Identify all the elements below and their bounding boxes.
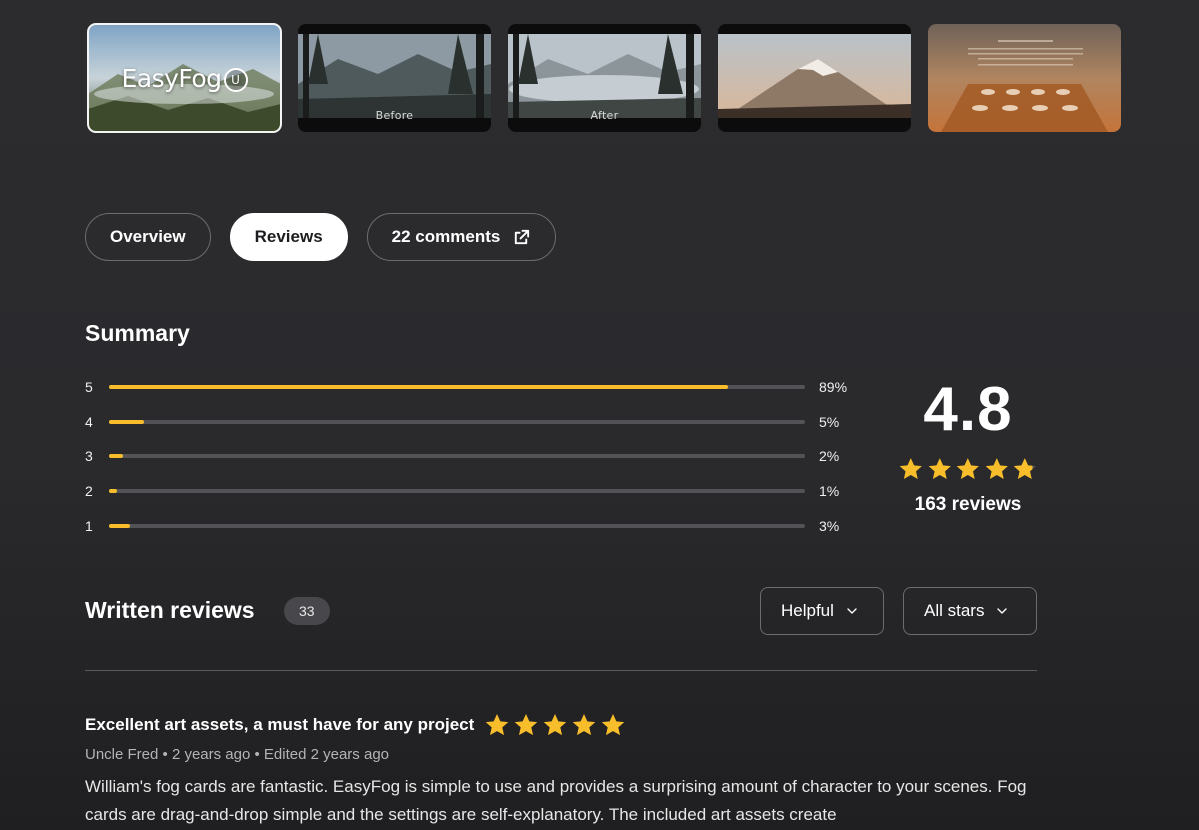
review-item: Excellent art assets, a must have for an…	[85, 712, 1045, 829]
rating-bar-fill	[109, 454, 123, 459]
rating-row-3: 3 2%	[85, 439, 865, 474]
star-icon	[985, 458, 1008, 480]
rating-row-stars: 2	[85, 483, 93, 500]
star-icon	[486, 713, 509, 736]
star-filter-select[interactable]: All stars	[903, 587, 1037, 635]
rating-bar-fill	[109, 523, 130, 528]
rating-bar-fill	[109, 489, 118, 494]
rating-bar-fill	[109, 385, 729, 390]
star-icon	[515, 713, 538, 736]
rating-row-stars: 3	[85, 448, 93, 465]
review-meta: Uncle Fred • 2 years ago • Edited 2 year…	[85, 746, 389, 763]
external-link-icon	[515, 229, 530, 244]
easyfog-logo: EasyFog U	[88, 64, 281, 93]
sort-select-value: Helpful	[781, 601, 834, 620]
thumbnail-easyfog-logo[interactable]: EasyFog U	[87, 23, 282, 133]
thumbnail-image	[928, 24, 1121, 132]
rating-bar-fill	[109, 419, 144, 424]
average-rating-stars	[898, 456, 1038, 482]
rating-bar-track	[109, 385, 805, 390]
review-title: Excellent art assets, a must have for an…	[85, 715, 475, 734]
rating-row-stars: 1	[85, 517, 93, 534]
review-body: William's fog cards are fantastic. EasyF…	[85, 777, 1027, 824]
tab-label: Overview	[110, 227, 186, 246]
thumbnail-caption: Before	[375, 109, 414, 122]
average-rating-panel: 4.8 163 reviews	[898, 372, 1038, 516]
product-reviews-page: EasyFog U Before After Overview Reviews …	[0, 0, 1199, 830]
rating-row-stars: 5	[85, 379, 93, 396]
star-icon	[602, 713, 625, 736]
unreal-engine-icon: U	[223, 68, 248, 92]
rating-row-percent: 2%	[819, 448, 840, 465]
thumbnail-before[interactable]: Before	[298, 24, 491, 132]
section-tabs: Overview Reviews 22 comments	[85, 213, 557, 261]
review-header: Excellent art assets, a must have for an…	[85, 712, 1045, 738]
tab-overview[interactable]: Overview	[85, 213, 211, 261]
star-icon	[573, 713, 596, 736]
star-icon	[956, 458, 980, 480]
rating-row-percent: 5%	[819, 413, 840, 430]
written-reviews-count-badge: 33	[284, 597, 330, 625]
rating-row-1: 1 3%	[85, 508, 865, 543]
rating-bar-track	[109, 419, 805, 424]
chevron-down-icon	[847, 608, 857, 614]
thumbnail-image	[718, 24, 911, 132]
average-rating-value: 4.8	[923, 375, 1013, 444]
tab-comments[interactable]: 22 comments	[366, 213, 557, 261]
rating-row-stars: 4	[85, 413, 93, 430]
tab-label: Reviews	[254, 227, 323, 246]
thumbnail-caption: After	[590, 109, 619, 122]
rating-row-4: 4 5%	[85, 405, 865, 440]
divider	[85, 670, 1037, 671]
rating-row-percent: 1%	[819, 483, 840, 500]
review-count: 163 reviews	[914, 494, 1022, 515]
sort-select[interactable]: Helpful	[760, 587, 884, 635]
rating-row-percent: 3%	[819, 517, 840, 534]
star-filter-value: All stars	[924, 601, 985, 620]
rating-distribution: 5 89% 4 5% 3 2% 2 1% 1 3%	[85, 370, 865, 543]
rating-bar-track	[109, 489, 805, 494]
chevron-down-icon	[997, 608, 1008, 614]
star-icon	[928, 458, 951, 480]
star-icon	[544, 713, 567, 736]
tab-label: 22 comments	[391, 227, 501, 246]
tab-reviews[interactable]: Reviews	[229, 213, 348, 261]
thumbnail-mountain[interactable]	[718, 24, 911, 132]
thumbnail-fog-cards[interactable]	[928, 24, 1121, 132]
written-reviews-heading: Written reviews	[85, 597, 255, 623]
review-stars	[484, 712, 626, 738]
star-icon	[899, 458, 922, 480]
thumbnail-after[interactable]: After	[508, 24, 701, 132]
rating-row-2: 2 1%	[85, 474, 865, 509]
star-icon	[1014, 458, 1037, 480]
rating-row-5: 5 89%	[85, 370, 865, 405]
rating-row-percent: 89%	[819, 379, 848, 396]
rating-bar-track	[109, 523, 805, 528]
media-gallery: EasyFog U Before After	[87, 23, 1121, 133]
summary-heading: Summary	[85, 320, 190, 346]
rating-bar-track	[109, 454, 805, 459]
